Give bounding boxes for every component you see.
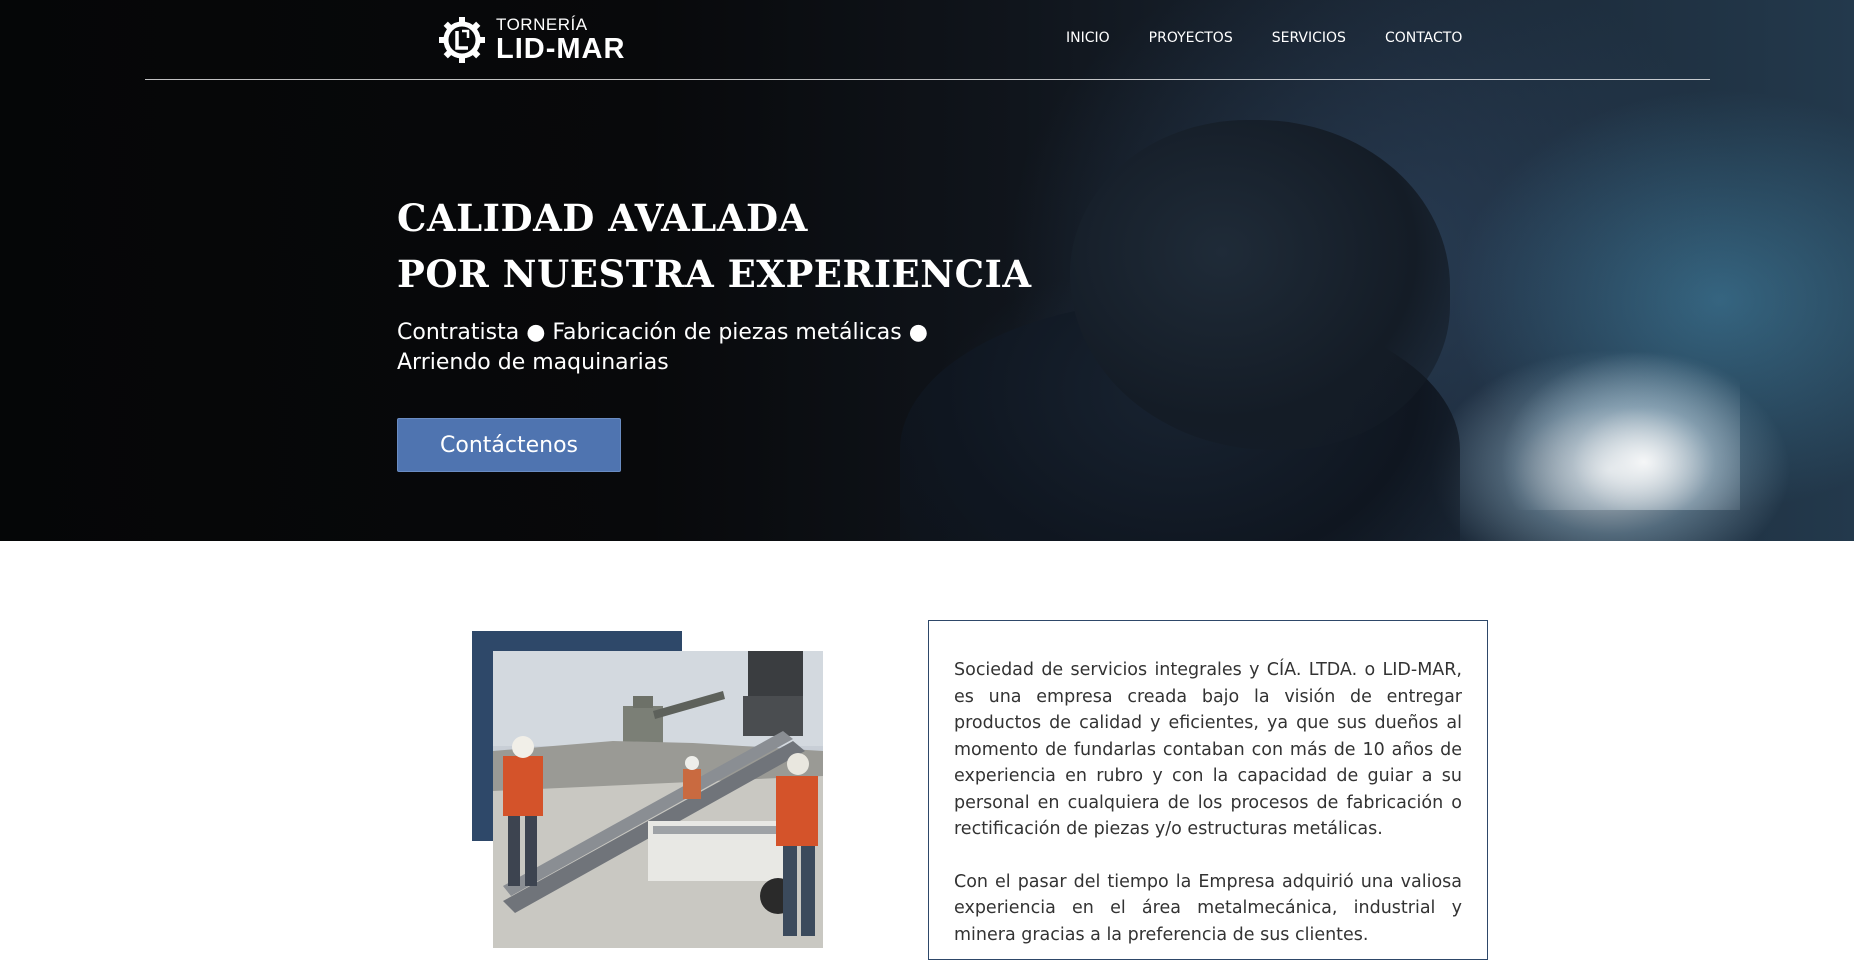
hero-title-line-1: CALIDAD AVALADA	[397, 196, 808, 240]
logo-name-small: TORNERÍA	[496, 15, 588, 34]
logo-wordmark: TORNERÍA LID-MAR	[496, 15, 626, 65]
site-logo[interactable]: TORNERÍA LID-MAR	[438, 14, 625, 66]
contact-cta-button[interactable]: Contáctenos	[397, 418, 621, 472]
workers-photo-illustration	[493, 651, 823, 948]
about-paragraph-1: Sociedad de servicios integrales y CÍA. …	[954, 660, 1462, 839]
nav-item-inicio[interactable]: INICIO	[1066, 30, 1110, 46]
main-nav: INICIO PROYECTOS SERVICIOS CONTACTO	[1066, 30, 1462, 46]
hero-title: CALIDAD AVALADA POR NUESTRA EXPERIENCIA	[397, 190, 1032, 302]
nav-item-contacto[interactable]: CONTACTO	[1385, 30, 1462, 46]
gear-logo-icon	[439, 17, 485, 63]
hero-subtitle-line-1: Contratista ● Fabricación de piezas metá…	[397, 320, 928, 345]
nav-item-proyectos[interactable]: PROYECTOS	[1149, 30, 1233, 46]
about-paragraph-2: Con el pasar del tiempo la Empresa adqui…	[954, 871, 1462, 945]
hero-title-line-2: POR NUESTRA EXPERIENCIA	[397, 252, 1032, 296]
workers-photo	[493, 651, 823, 948]
about-text-box: Sociedad de servicios integrales y CÍA. …	[928, 620, 1488, 960]
hero-subtitle: Contratista ● Fabricación de piezas metá…	[397, 318, 957, 378]
hero-background-sparks	[1500, 350, 1740, 510]
logo-name-big: LID-MAR	[496, 33, 626, 65]
nav-item-servicios[interactable]: SERVICIOS	[1272, 30, 1346, 46]
hero-subtitle-line-2: Arriendo de maquinarias	[397, 350, 669, 375]
header-divider	[145, 79, 1710, 80]
